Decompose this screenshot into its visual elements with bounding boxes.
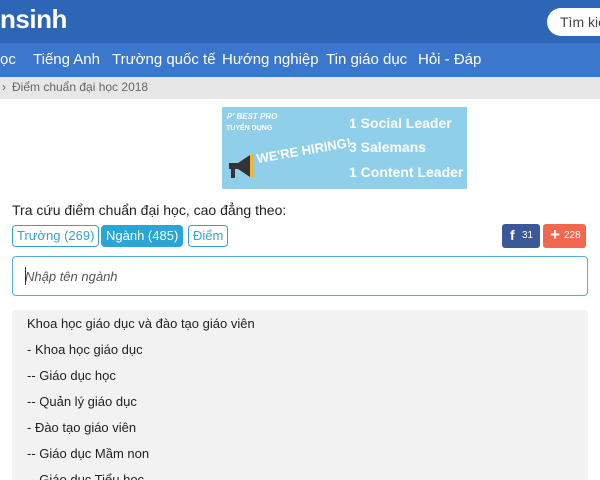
list-item[interactable]: Khoa học giáo dục và đào tạo giáo viên [27, 316, 255, 331]
plus-share-count: 228 [564, 230, 581, 241]
tab-nganh[interactable]: Ngành (485) [101, 225, 184, 247]
banner-line-1: 1 Social Leader [349, 115, 452, 131]
top-bar: nsinh Tìm kiế [0, 0, 600, 43]
nav-item-huong-nghiep[interactable]: Hướng nghiệp [222, 51, 319, 68]
nav-item-truong-quoc-te[interactable]: Trường quốc tế [112, 51, 216, 68]
main-nav: ọc Tiếng Anh Trường quốc tế Hướng nghiệp… [0, 43, 600, 77]
plus-icon: + [550, 225, 560, 244]
facebook-share-button[interactable]: f 31 [502, 224, 540, 248]
facebook-share-count: 31 [522, 230, 534, 241]
list-item[interactable]: -- Giáo dục Mầm non [27, 446, 149, 461]
list-item[interactable]: - Đào tạo giáo viên [27, 420, 136, 435]
tab-truong[interactable]: Trường (269) [12, 225, 100, 247]
banner-brand: P' BEST PRO [227, 112, 278, 121]
site-logo[interactable]: nsinh [0, 4, 67, 35]
site-search-box[interactable]: Tìm kiế [547, 8, 600, 36]
breadcrumb-separator: › [2, 80, 6, 94]
facebook-icon: f [510, 227, 515, 243]
breadcrumb: › Điểm chuẩn đại học 2018 [0, 77, 600, 99]
list-item[interactable]: -- Giáo dục Tiểu học [27, 472, 144, 480]
site-search-label: Tìm kiế [560, 14, 600, 30]
list-item[interactable]: - Khoa học giáo dục [27, 342, 143, 357]
banner-line-2: 3 Salemans [349, 139, 427, 155]
nav-item-hoc[interactable]: ọc [0, 51, 16, 68]
banner-line-3: 1 Content Leader [349, 164, 464, 180]
list-item[interactable]: -- Giáo dục học [27, 368, 116, 383]
megaphone-icon [229, 153, 254, 179]
breadcrumb-current[interactable]: Điểm chuẩn đại học 2018 [12, 80, 148, 94]
nav-item-hoi-dap[interactable]: Hỏi - Đáp [418, 51, 481, 68]
lookup-title: Tra cứu điểm chuẩn đại học, cao đẳng the… [12, 202, 287, 218]
nav-item-tin-giao-duc[interactable]: Tin giáo dục [326, 51, 407, 68]
plus-share-button[interactable]: + 228 [543, 224, 586, 248]
tab-diem[interactable]: Điểm [188, 225, 229, 247]
nav-item-tieng-anh[interactable]: Tiếng Anh [33, 51, 100, 68]
banner-subtitle: TUYỂN DỤNG [226, 125, 273, 132]
hiring-banner[interactable]: P' BEST PRO TUYỂN DỤNG WE'RE HIRING! 1 S… [222, 107, 467, 189]
list-item[interactable]: -- Quản lý giáo dục [27, 394, 137, 409]
banner-hiring-text: WE'RE HIRING! [255, 134, 353, 167]
major-search-input[interactable] [12, 256, 588, 296]
major-list: Khoa học giáo dục và đào tạo giáo viên -… [12, 310, 588, 480]
text-caret [25, 267, 26, 285]
